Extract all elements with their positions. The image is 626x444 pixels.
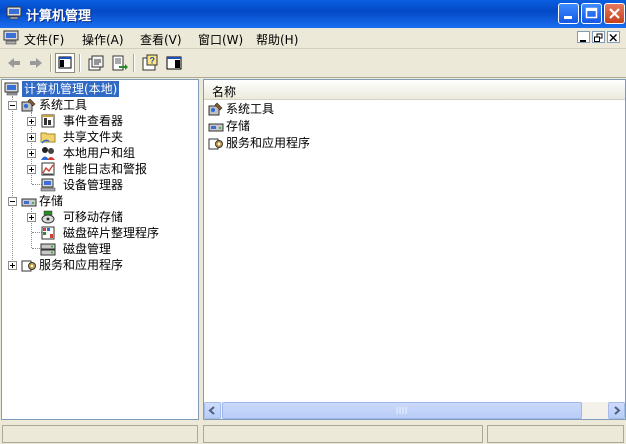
menu-file[interactable]: 文件(F) [24, 31, 64, 48]
services-applications-icon [208, 138, 223, 150]
show-hide-tree-button[interactable] [55, 53, 75, 73]
close-button[interactable] [604, 3, 625, 24]
collapse-toggle[interactable] [8, 101, 17, 110]
back-arrow-icon [8, 58, 20, 68]
device-manager-icon [40, 178, 56, 192]
tree-item-label: 本地用户和组 [63, 146, 136, 160]
system-tools-icon [21, 98, 36, 112]
list-item-label: 服务和应用程序 [226, 136, 311, 150]
minimize-icon [580, 40, 586, 42]
list-item-label: 系统工具 [226, 102, 275, 116]
disk-defragmenter-icon [41, 226, 55, 240]
maximize-button[interactable] [581, 3, 602, 24]
expand-toggle[interactable] [27, 117, 36, 126]
help-button[interactable]: ? [140, 53, 160, 73]
removable-storage-icon [41, 210, 55, 224]
window-title: 计算机管理 [26, 9, 92, 24]
tree-item-label: 可移动存储 [63, 210, 124, 224]
toolbar: ? [0, 49, 626, 78]
tree-item-label: 服务和应用程序 [39, 258, 124, 272]
close-icon [609, 34, 617, 42]
properties-icon [88, 55, 104, 71]
toolbar-separator [50, 54, 52, 72]
grip-icon [396, 407, 407, 414]
minimize-icon [564, 16, 572, 19]
forward-button[interactable] [26, 53, 46, 73]
properties-button[interactable] [86, 53, 106, 73]
storage-icon [21, 198, 37, 207]
tree-item-label: 磁盘碎片整理程序 [63, 226, 160, 240]
tree-item-label: 磁盘管理 [63, 242, 112, 256]
services-applications-icon [21, 260, 36, 272]
tree-item-label: 计算机管理(本地) [22, 81, 120, 97]
forward-arrow-icon [30, 58, 42, 68]
expand-toggle[interactable] [8, 261, 17, 270]
status-bar [0, 422, 626, 444]
console-tree[interactable]: 计算机管理(本地) 系统工具 事件查看器 共享文件夹 本地用户和组 性能日志和警… [1, 79, 199, 420]
svg-text:?: ? [150, 56, 156, 66]
restore-icon [594, 33, 603, 42]
mdi-minimize-button[interactable] [577, 31, 590, 43]
close-icon [609, 8, 620, 19]
event-viewer-icon [41, 114, 55, 128]
status-cell [487, 425, 624, 443]
system-tools-icon [208, 102, 223, 116]
list-item-label: 存储 [226, 119, 251, 133]
menu-help[interactable]: 帮助(H) [256, 31, 298, 48]
expand-toggle[interactable] [27, 213, 36, 222]
column-header-name[interactable]: 名称 [212, 83, 236, 100]
computer-icon [4, 82, 19, 96]
tree-item-label: 存储 [39, 194, 64, 208]
title-bar[interactable]: 计算机管理 [0, 0, 626, 28]
status-cell [203, 425, 483, 443]
computer-management-icon[interactable] [3, 30, 19, 45]
action-pane-icon [166, 56, 182, 70]
expand-toggle[interactable] [27, 165, 36, 174]
maximize-icon [585, 7, 598, 19]
show-hide-tree-icon [58, 56, 72, 69]
scroll-right-button[interactable] [608, 402, 625, 419]
tree-item-label: 性能日志和警报 [63, 162, 148, 176]
horizontal-scrollbar[interactable] [204, 402, 625, 419]
minimize-button[interactable] [558, 3, 579, 24]
toolbar-separator [79, 54, 81, 72]
tree-connector [12, 96, 13, 266]
tree-item-label: 事件查看器 [63, 114, 124, 128]
tree-item-label: 设备管理器 [63, 178, 124, 192]
performance-logs-icon [41, 162, 55, 176]
expand-toggle[interactable] [27, 149, 36, 158]
export-list-button[interactable] [109, 53, 129, 73]
collapse-toggle[interactable] [8, 197, 17, 206]
scroll-left-button[interactable] [204, 402, 221, 419]
mdi-close-button[interactable] [607, 31, 620, 43]
export-list-icon [112, 55, 128, 71]
storage-icon [208, 123, 224, 132]
menu-view[interactable]: 查看(V) [140, 31, 182, 48]
chevron-right-icon [614, 406, 621, 415]
tree-item-label: 系统工具 [39, 98, 88, 112]
back-button[interactable] [4, 53, 24, 73]
status-cell [2, 425, 198, 443]
disk-management-icon [40, 243, 56, 256]
scroll-thumb[interactable] [222, 402, 582, 419]
shared-folder-icon [40, 132, 56, 144]
expand-toggle[interactable] [27, 133, 36, 142]
list-column-header[interactable]: 名称 [204, 80, 625, 100]
toolbar-separator [133, 54, 135, 72]
action-pane-button[interactable] [164, 53, 184, 73]
computer-management-icon [6, 6, 22, 20]
help-icon: ? [142, 54, 158, 71]
menu-bar: 文件(F) 操作(A) 查看(V) 窗口(W) 帮助(H) [0, 28, 626, 49]
menu-window[interactable]: 窗口(W) [198, 31, 243, 48]
details-pane[interactable]: 名称 系统工具 存储 服务和应用程序 [203, 79, 626, 420]
tree-item-label: 共享文件夹 [63, 130, 124, 144]
menu-action[interactable]: 操作(A) [82, 31, 124, 48]
users-icon [41, 147, 55, 160]
chevron-left-icon [208, 406, 215, 415]
mdi-restore-button[interactable] [592, 31, 605, 43]
